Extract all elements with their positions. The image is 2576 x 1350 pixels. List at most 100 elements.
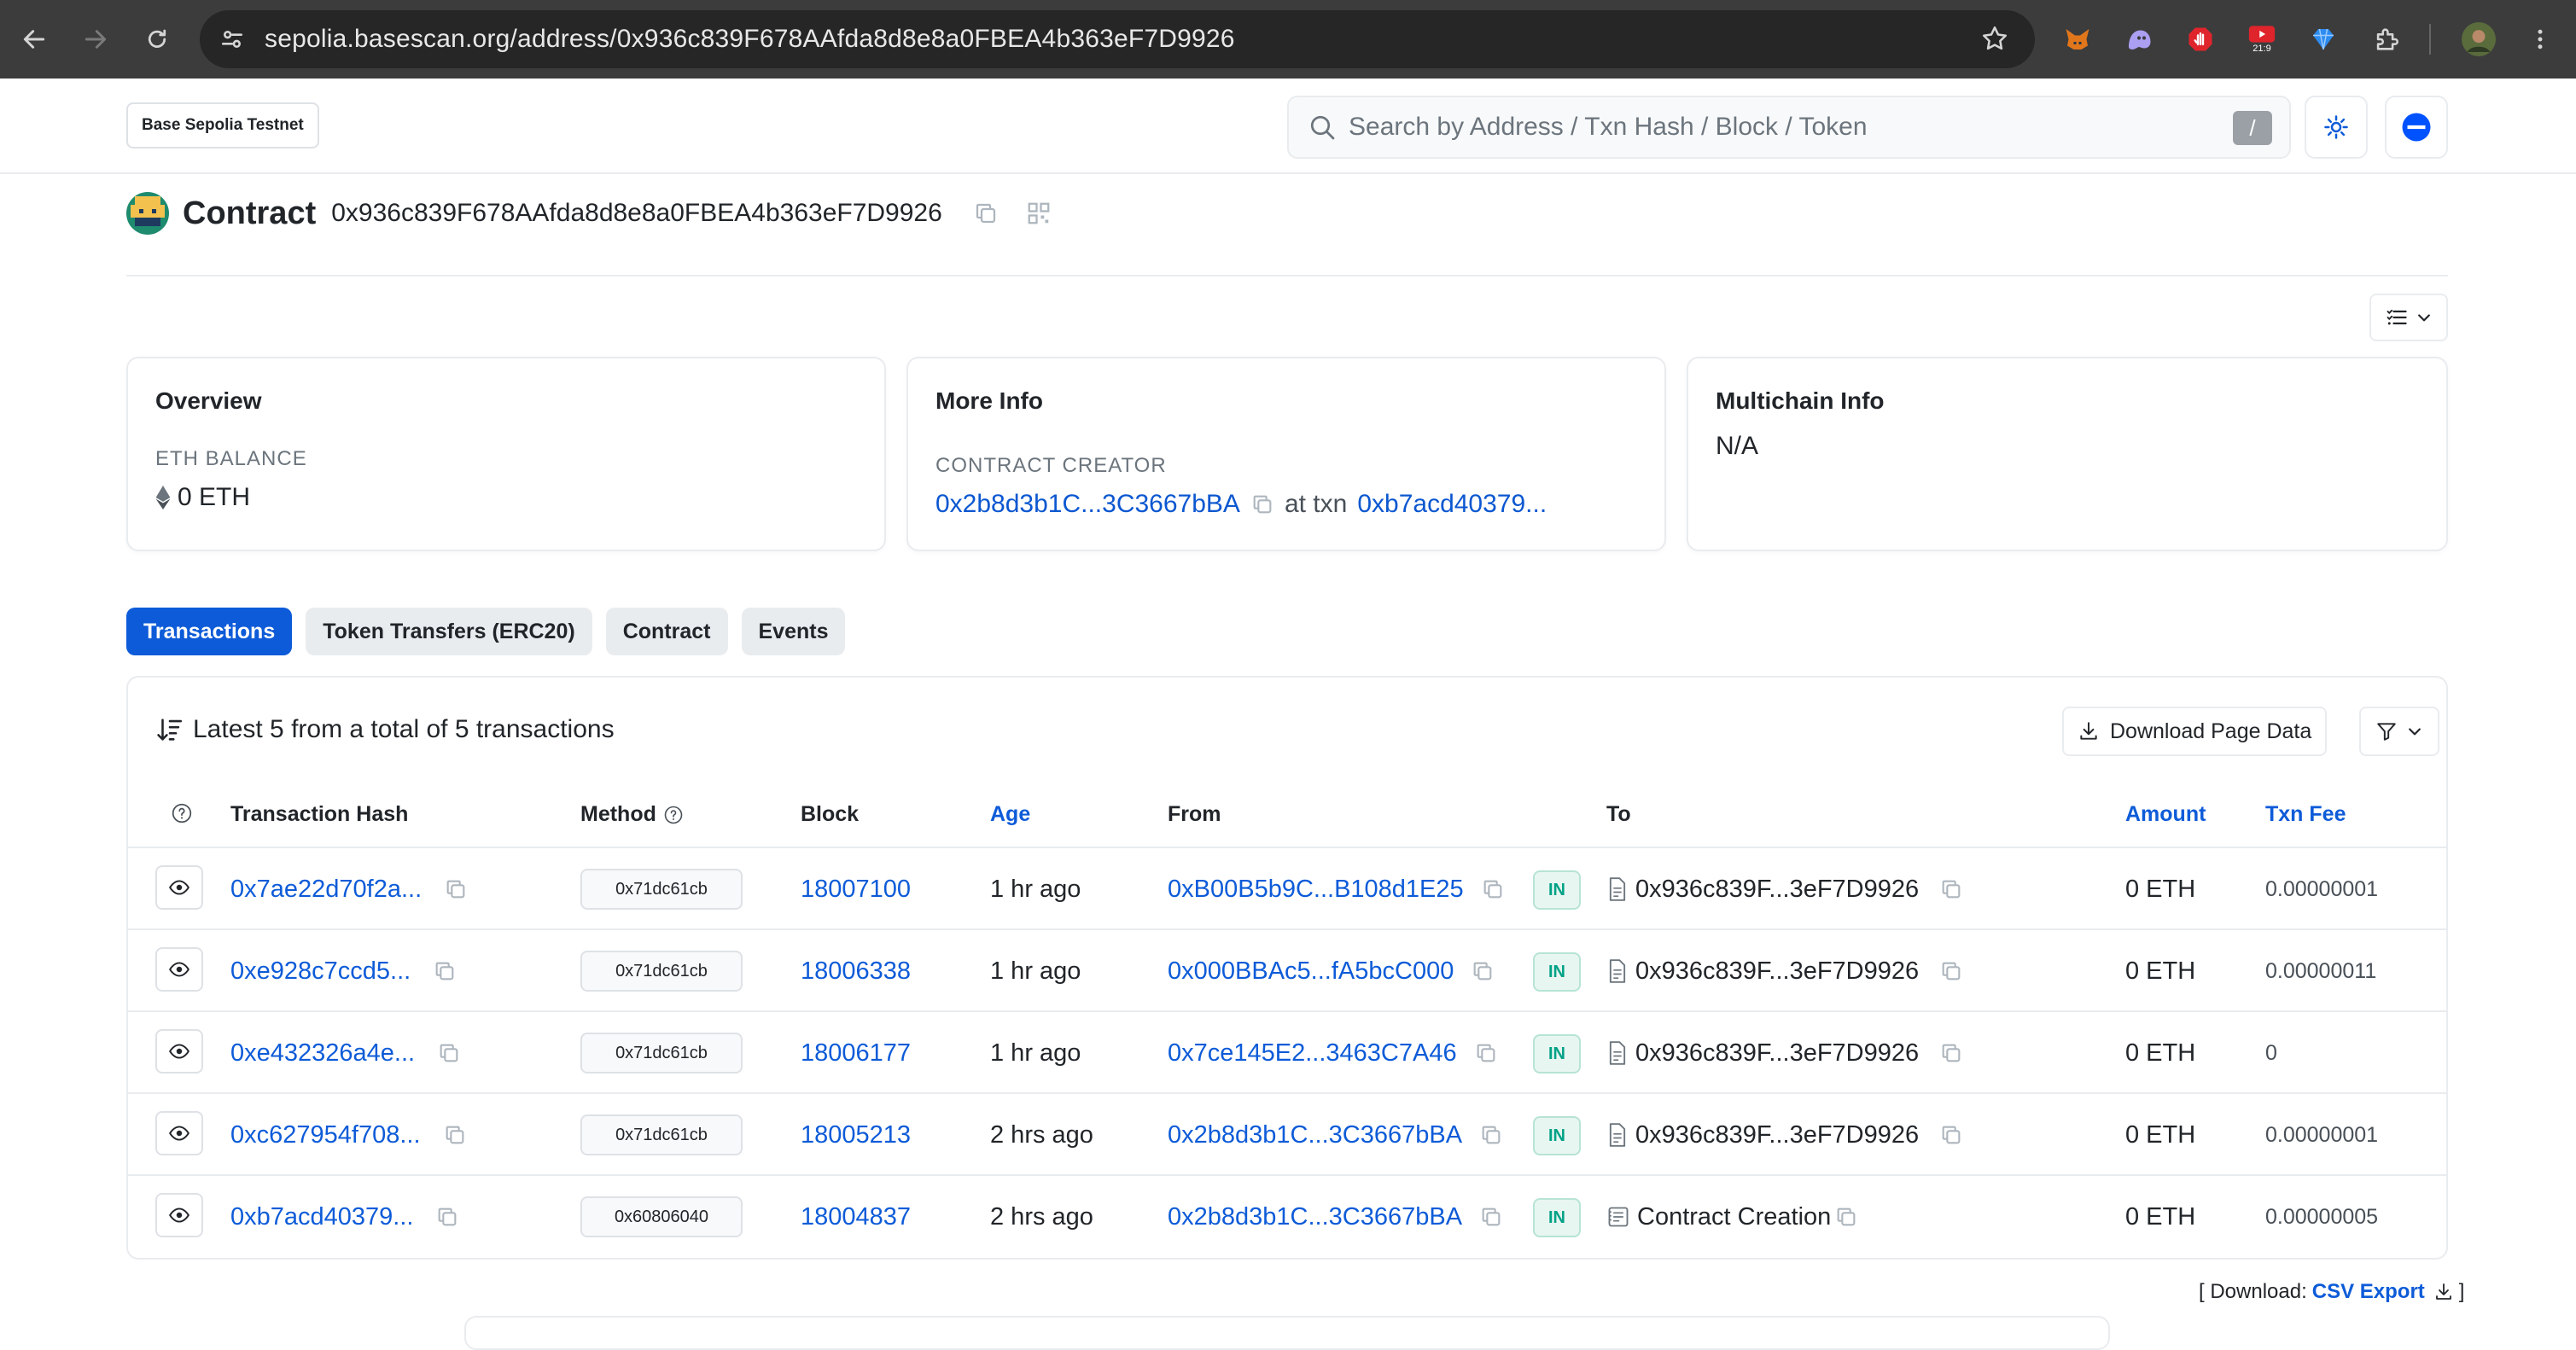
to-address[interactable]: Contract Creation [1637,1203,1831,1231]
preview-eye-button[interactable] [155,1193,203,1237]
diamond-extension-icon[interactable] [2306,22,2340,56]
table-row: 0x7ae22d70f2a... 0x71dc61cb 18007100 1 hr a… [128,848,2446,930]
network-logo-button[interactable] [2385,96,2448,159]
hand-stop-extension-icon[interactable] [2183,22,2218,56]
network-badge[interactable]: Base Sepolia Testnet [126,102,319,148]
tab-token-transfers[interactable]: Token Transfers (ERC20) [306,608,592,655]
from-address-link[interactable]: 0x000BBAc5...fA5bcC000 [1168,957,1454,986]
block-link[interactable]: 18005213 [801,1121,911,1149]
tx-hash-link[interactable]: 0xc627954f708... [230,1121,421,1149]
chevron-down-icon [2406,723,2423,740]
creation-txn-link[interactable]: 0xb7acd40379... [1357,490,1547,519]
amount-text: 0 ETH [2125,875,2196,903]
copy-icon[interactable] [1479,1205,1503,1229]
preview-eye-button[interactable] [155,1111,203,1155]
creator-address-link[interactable]: 0x2b8d3b1C...3C3667bBA [935,490,1240,519]
preview-eye-button[interactable] [155,1029,203,1074]
age-text: 2 hrs ago [990,1120,1093,1149]
contract-creator-row: 0x2b8d3b1C...3C3667bBA at txn 0xb7acd403… [935,490,1547,519]
copy-icon[interactable] [435,1205,459,1229]
txn-fee-text: 0 [2265,1040,2277,1065]
preview-eye-button[interactable] [155,865,203,910]
amount-text: 0 ETH [2125,1039,2196,1067]
reload-icon[interactable] [138,20,176,58]
back-icon[interactable] [15,20,53,58]
eye-icon [168,958,190,980]
search-input[interactable] [1349,97,2202,157]
csv-download-line: [ Download: CSV Export ] [2199,1280,2464,1304]
copy-icon[interactable] [443,1123,467,1147]
copy-icon[interactable] [437,1041,461,1065]
col-age[interactable]: Age [990,802,1030,827]
sort-desc-icon [155,715,184,744]
tab-transactions[interactable]: Transactions [126,608,293,655]
method-badge: 0x71dc61cb [580,869,743,910]
block-link[interactable]: 18004837 [801,1203,911,1231]
from-address-link[interactable]: 0x7ce145E2...3463C7A46 [1168,1039,1457,1068]
extensions-puzzle-icon[interactable] [2369,22,2404,56]
block-link[interactable]: 18006338 [801,957,911,986]
download-icon[interactable] [2433,1282,2454,1302]
copy-icon[interactable] [1474,1041,1498,1065]
copy-icon[interactable] [433,959,457,983]
from-address-link[interactable]: 0x2b8d3b1C...3C3667bBA [1168,1121,1462,1149]
age-text: 1 hr ago [990,1039,1081,1067]
copy-address-icon[interactable] [973,201,999,226]
block-link[interactable]: 18006177 [801,1039,911,1068]
copy-icon[interactable] [1471,959,1495,983]
video-extension-icon[interactable]: 21:9 [2245,22,2279,56]
qr-code-icon[interactable] [1026,201,1052,226]
view-options-button[interactable] [2369,294,2448,341]
col-txn-fee[interactable]: Txn Fee [2265,802,2346,827]
preview-eye-button[interactable] [155,947,203,992]
block-link[interactable]: 18007100 [801,876,911,904]
from-address-link[interactable]: 0x2b8d3b1C...3C3667bBA [1168,1203,1462,1231]
url-text[interactable]: sepolia.basescan.org/address/0x936c839F6… [265,25,1235,54]
table-row: 0xc627954f708... 0x71dc61cb 18005213 2 hrs … [128,1094,2446,1176]
method-badge: 0x71dc61cb [580,1033,743,1074]
search-box[interactable]: / [1287,96,2291,159]
to-address[interactable]: 0x936c839F...3eF7D9926 [1635,876,1919,904]
tx-hash-link[interactable]: 0xb7acd40379... [230,1203,413,1231]
csv-export-link[interactable]: CSV Export [2312,1280,2425,1304]
copy-icon[interactable] [1834,1205,1858,1229]
contract-doc-icon [1606,877,1629,901]
copy-icon[interactable] [444,877,468,901]
fox-wallet-extension-icon[interactable] [2060,22,2095,56]
copy-icon[interactable] [1939,877,1963,901]
direction-badge: IN [1533,952,1581,992]
forward-icon[interactable] [77,20,114,58]
bookmark-star-icon[interactable] [1980,24,2009,53]
download-page-data-button[interactable]: Download Page Data [2062,707,2328,756]
filter-button[interactable] [2359,707,2439,756]
tab-contract[interactable]: Contract [605,608,728,655]
profile-avatar[interactable] [2462,22,2496,56]
tab-events[interactable]: Events [741,608,846,655]
tx-hash-link[interactable]: 0xe928c7ccd5... [230,957,411,986]
method-info-icon[interactable] [663,805,684,825]
tx-hash-link[interactable]: 0x7ae22d70f2a... [230,876,422,904]
copy-icon[interactable] [1939,1041,1963,1065]
site-settings-icon[interactable] [219,26,246,53]
browser-menu-icon[interactable] [2523,22,2557,56]
copy-icon[interactable] [1479,1123,1503,1147]
ghost-extension-icon[interactable] [2122,22,2156,56]
col-amount[interactable]: Amount [2125,802,2206,827]
copy-icon[interactable] [1939,959,1963,983]
theme-toggle-button[interactable] [2305,96,2368,159]
to-address[interactable]: 0x936c839F...3eF7D9926 [1635,1039,1919,1068]
transactions-summary: Latest 5 from a total of 5 transactions [155,715,615,744]
copy-icon[interactable] [1250,492,1274,516]
copy-icon[interactable] [1481,877,1505,901]
tx-hash-link[interactable]: 0xe432326a4e... [230,1039,415,1068]
site-header: Base Sepolia Testnet / [0,79,2576,174]
address-bar[interactable]: sepolia.basescan.org/address/0x936c839F6… [200,10,2035,68]
help-icon[interactable] [171,802,193,824]
footer-card-edge [464,1316,2110,1350]
to-address[interactable]: 0x936c839F...3eF7D9926 [1635,957,1919,986]
copy-icon[interactable] [1939,1123,1963,1147]
to-address[interactable]: 0x936c839F...3eF7D9926 [1635,1121,1919,1149]
multichain-value: N/A [1716,432,1759,460]
from-address-link[interactable]: 0xB00B5b9C...B108d1E25 [1168,876,1464,904]
download-icon [2078,720,2100,742]
